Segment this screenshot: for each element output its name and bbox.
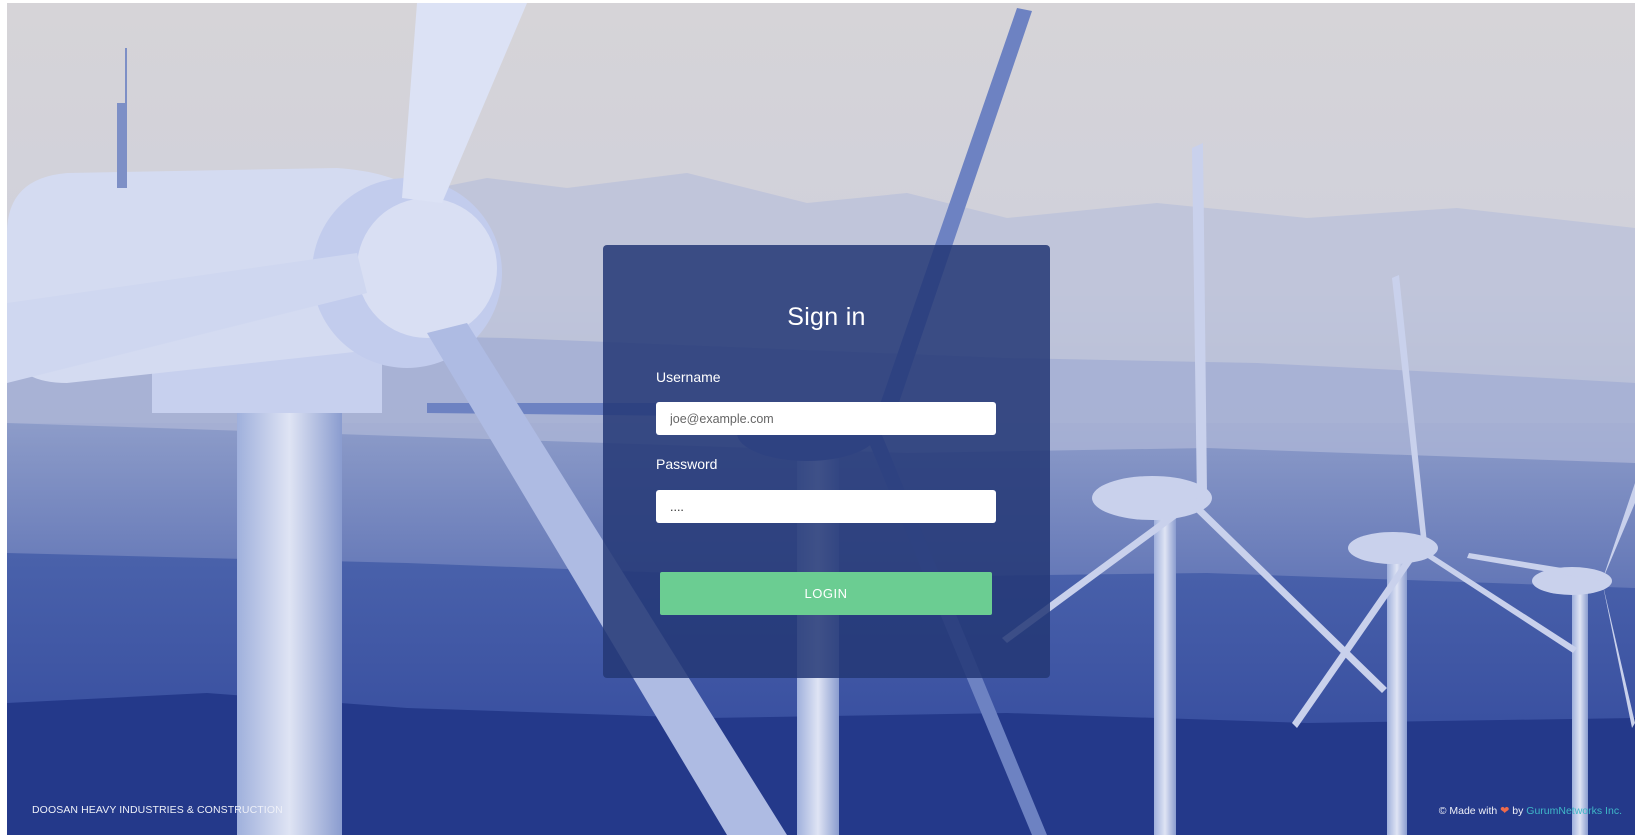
login-screen: Sign in Username Password LOGIN DOOSAN H… [7,3,1635,835]
author-link[interactable]: GurumNetworks Inc. [1526,805,1622,817]
by-text: by [1512,805,1524,817]
heart-icon: ❤ [1500,805,1510,817]
username-input[interactable] [656,402,996,435]
password-input[interactable] [656,490,996,523]
password-label: Password [656,456,718,472]
made-with-credit: © Made with ❤ by GurumNetworks Inc. [1439,804,1622,817]
company-name: DOOSAN HEAVY INDUSTRIES & CONSTRUCTION [32,804,283,816]
made-with-text: © Made with [1438,805,1498,817]
username-label: Username [656,369,721,385]
sign-in-card: Sign in Username Password LOGIN [603,245,1050,678]
sign-in-title: Sign in [787,303,866,331]
login-button[interactable]: LOGIN [660,572,992,615]
